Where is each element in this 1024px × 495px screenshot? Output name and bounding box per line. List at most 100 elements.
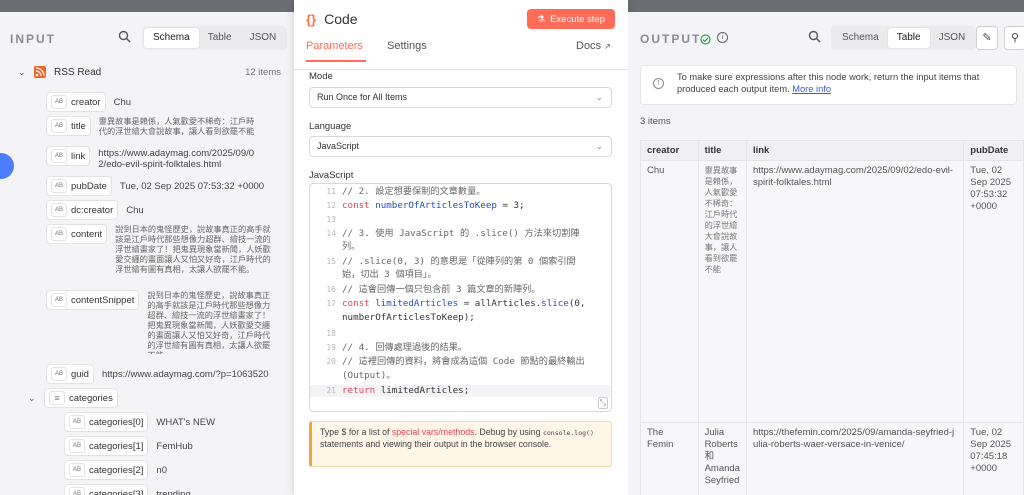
code-line: numberOfArticlesToKeep); (310, 312, 610, 324)
docs-link[interactable]: Docs ↗ (576, 40, 611, 52)
code-line: 19 // 4. 回傳處理過後的結果。 (310, 342, 610, 354)
field-link[interactable]: AB link https://www.adaymag.com/2025/09/0… (46, 146, 290, 170)
code-comment: // 4. 回傳處理過後的結果。 (342, 342, 468, 353)
mode-select[interactable]: Run Once for All Items ⌄ (309, 87, 612, 108)
code-comment: 始，切出 3 個項目」。 (342, 269, 437, 280)
field-key-label: categories[3] (89, 488, 144, 495)
field-creator[interactable]: AB creator Chu (46, 92, 131, 112)
chevron-down-icon: ⌄ (595, 92, 603, 102)
code-text: = 3; (496, 200, 525, 211)
code-comment: // 這會回傳一個只包含前 3 篇文章的新陣列。 (342, 284, 541, 295)
code-text: numberOfArticlesToKeep); (342, 312, 475, 323)
external-link-icon: ↗ (604, 42, 611, 51)
table-cell: https://www.adaymag.com/2025/09/02/edo-e… (745, 160, 965, 423)
execute-step-button[interactable]: ⚗ Execute step (527, 9, 615, 29)
code-keyword: return (342, 385, 381, 396)
search-icon[interactable] (808, 30, 821, 46)
tab-schema[interactable]: Schema (833, 28, 888, 48)
code-variable: limitedArticles (375, 298, 459, 309)
code-keyword: const (342, 298, 376, 309)
input-header: INPUT Schema Table JSON (0, 12, 294, 66)
node-connector-dot[interactable] (0, 153, 14, 179)
field-category-2[interactable]: AB categories[2] n0 (64, 460, 167, 480)
chevron-down-icon[interactable]: ⌄ (28, 393, 44, 404)
paired-items-notice: ! To make sure expressions after this no… (640, 65, 1017, 105)
code-text: limitedArticles; (380, 385, 470, 396)
hint-code: console.log() (542, 429, 594, 437)
code-line: 14 // 3. 使用 JavaScript 的 .slice() 方法來切割陣 (310, 228, 610, 240)
edit-pencil-icon[interactable]: ✎ (976, 26, 998, 50)
field-categories[interactable]: ⌄ ≡ categories (28, 388, 118, 408)
field-key-label: categories (69, 392, 113, 404)
output-item-count: 3 items (640, 116, 671, 127)
output-panel: OUTPUT i Schema Table JSON ✎ ⚲ ! To make… (628, 12, 1024, 495)
code-keyword: const (342, 200, 376, 211)
expand-editor-icon[interactable]: ⤡ (597, 397, 608, 409)
tab-schema[interactable]: Schema (144, 28, 199, 48)
code-line: 13 (310, 214, 610, 226)
tab-table[interactable]: Table (887, 28, 930, 48)
field-key-label: link (71, 150, 86, 162)
tab-settings[interactable]: Settings (387, 40, 427, 52)
table-cell: Tue, 02 Sep 2025 07:45:18 +0000 (963, 422, 1024, 495)
field-content-snippet[interactable]: AB contentSnippet 說到日本的鬼怪歷史，說故事真正的高手就該是江戶… (46, 290, 290, 354)
hint-text: statements and viewing their output in t… (320, 439, 552, 449)
language-label: Language (309, 121, 352, 132)
table-header-row: creator title link pubDate (640, 140, 1024, 161)
string-type-icon: AB (51, 149, 67, 163)
check-circle-icon (700, 32, 711, 50)
tab-table[interactable]: Table (199, 28, 241, 48)
search-icon[interactable] (118, 30, 131, 46)
string-type-icon: AB (69, 487, 85, 495)
column-header[interactable]: link (745, 140, 965, 161)
field-value: 說到日本的鬼怪歷史，說故事真正的高手就該是江戶時代那些想像力超群、繪技一流的浮世… (115, 224, 271, 274)
line-number: 13 (326, 215, 336, 224)
field-key-label: contentSnippet (71, 294, 135, 306)
line-number: 21 (326, 386, 336, 395)
field-category-1[interactable]: AB categories[1] FemHub (64, 436, 193, 456)
code-variable: numberOfArticlesToKeep (375, 200, 497, 211)
tab-json[interactable]: JSON (241, 28, 286, 48)
more-info-link[interactable]: More info (792, 84, 831, 94)
field-category-3[interactable]: AB categories[3] trending (64, 484, 191, 495)
string-type-icon: AB (51, 227, 67, 241)
line-number: 20 (326, 357, 336, 366)
field-value: FemHub (156, 440, 193, 452)
mode-label: Mode (309, 71, 333, 82)
pin-icon[interactable]: ⚲ (1004, 26, 1024, 50)
field-key: AB categories[3] (64, 484, 149, 495)
flask-icon: ⚗ (537, 13, 546, 24)
code-text: = allArticles. (458, 298, 542, 309)
code-text: (0, (568, 298, 586, 309)
special-vars-link[interactable]: special vars/methods (392, 427, 475, 437)
chevron-down-icon[interactable]: ⌄ (18, 67, 34, 78)
tab-parameters[interactable]: Parameters (306, 40, 363, 52)
field-key: AB guid (46, 364, 94, 384)
field-key-label: guid (71, 368, 89, 380)
code-line: 16 // 這會回傳一個只包含前 3 篇文章的新陣列。 (310, 284, 610, 296)
language-select[interactable]: JavaScript ⌄ (309, 136, 612, 157)
tab-json[interactable]: JSON (930, 28, 975, 48)
node-row[interactable]: ⌄ RSS Read 12 items (18, 66, 288, 78)
table-cell: The Femin (640, 422, 699, 495)
field-guid[interactable]: AB guid https://www.adaymag.com/?p=106352… (46, 364, 269, 384)
info-icon[interactable]: i (717, 32, 728, 43)
column-header[interactable]: title (697, 140, 747, 161)
node-title-label[interactable]: Code (324, 11, 357, 27)
field-title[interactable]: AB title 靈異故事是賴係，人氣歡愛不稀奇：江戶時代的浮世繪大會說故事，讓人… (46, 116, 290, 136)
field-dc-creator[interactable]: AB dc:creator Chu (46, 200, 144, 220)
field-pubdate[interactable]: AB pubDate Tue, 02 Sep 2025 07:53:32 +000… (46, 176, 264, 196)
column-header[interactable]: pubDate (963, 140, 1024, 161)
field-category-0[interactable]: AB categories[0] WHAT's NEW (64, 412, 215, 432)
string-type-icon: AB (51, 367, 67, 381)
field-key: AB categories[1] (64, 436, 149, 456)
field-key-label: categories[0] (89, 416, 144, 428)
field-content[interactable]: AB content 說到日本的鬼怪歷史，說故事真正的高手就該是江戶時代那些想像力… (46, 224, 290, 278)
code-editor[interactable]: 11 // 2. 設定想要保制的文章數量。 12 const numberOfArt… (309, 183, 612, 412)
node-title: {} Code (306, 11, 358, 27)
string-type-icon: AB (51, 95, 67, 109)
column-header[interactable]: creator (640, 140, 699, 161)
code-line: 17 const limitedArticles = allArticles.sl… (310, 298, 610, 310)
output-table: creator title link pubDate Chu 靈異故事是賴係，人… (640, 140, 1024, 495)
code-braces-icon: {} (306, 11, 317, 27)
